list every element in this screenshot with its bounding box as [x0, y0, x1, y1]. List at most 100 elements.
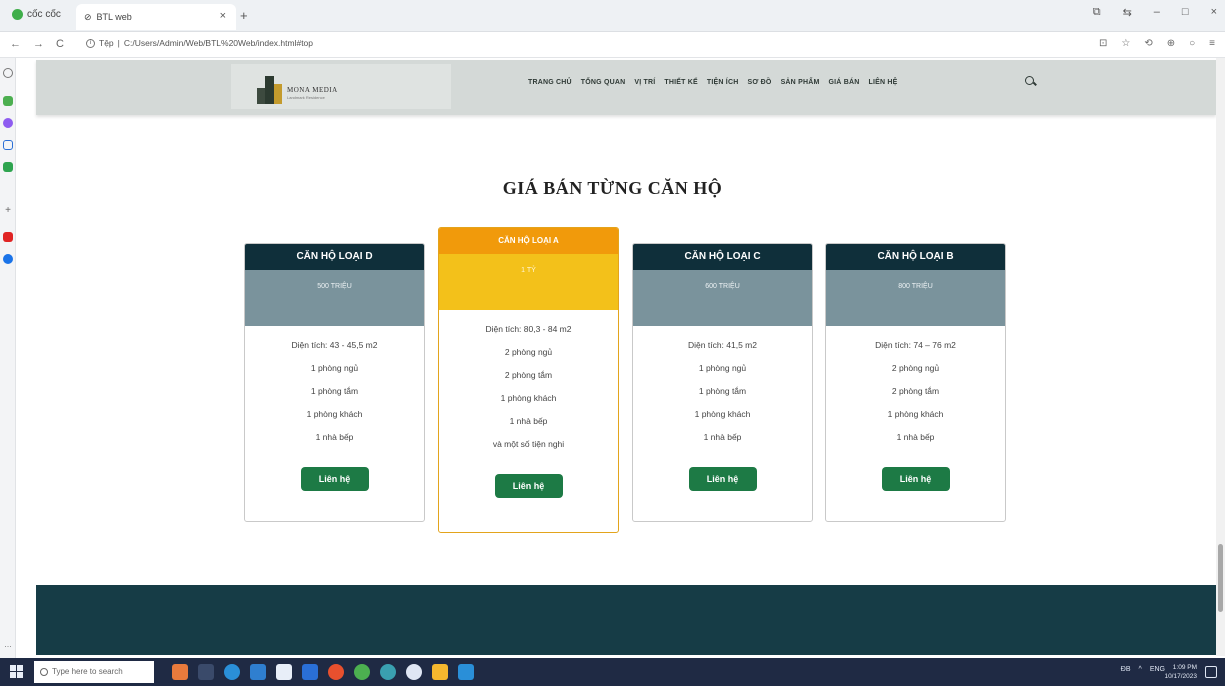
edge-icon[interactable] — [224, 664, 240, 680]
card-price: 800 TRIỆU — [826, 270, 1005, 326]
url-prefix: Tệp — [99, 38, 114, 48]
mail-icon[interactable] — [250, 664, 266, 680]
coccoc-taskbar-icon[interactable] — [354, 664, 370, 680]
clock-date: 10/17/2023 — [1164, 673, 1197, 680]
history-icon[interactable]: ⟲ — [1144, 38, 1152, 49]
more-icon[interactable]: … — [3, 640, 13, 650]
page-scrollbar[interactable] — [1216, 58, 1225, 656]
tab-close-icon[interactable]: × — [220, 10, 226, 22]
contact-button-a[interactable]: Liên hệ — [494, 474, 563, 498]
card-features: Diện tích: 43 - 45,5 m2 1 phòng ngủ 1 ph… — [245, 326, 424, 455]
browser-tab-active[interactable]: ⊘ BTL web × — [76, 4, 236, 30]
tab-title: BTL web — [96, 12, 132, 22]
chevron-up-icon[interactable]: ^ — [1139, 666, 1142, 673]
close-window-button[interactable]: × — [1211, 6, 1217, 19]
chat-icon[interactable] — [3, 96, 13, 106]
screenshot-icon[interactable]: ⊡ — [1099, 38, 1107, 49]
card-price: 600 TRIỆU — [633, 270, 812, 326]
game-icon[interactable] — [3, 162, 13, 172]
profile-icon[interactable]: ○ — [1189, 38, 1195, 49]
new-tab-button[interactable]: + — [240, 8, 248, 23]
forward-button[interactable]: → — [33, 38, 44, 50]
contact-button-d[interactable]: Liên hệ — [300, 467, 369, 491]
price-card-c: CĂN HỘ LOẠI C 600 TRIỆU Diện tích: 41,5 … — [632, 243, 813, 522]
taskbar-search-input[interactable]: Type here to search — [34, 661, 154, 683]
browser-brand[interactable]: cốc cốc — [12, 9, 61, 20]
coccoc-logo-icon — [12, 9, 23, 20]
search-icon[interactable] — [1024, 75, 1036, 87]
card-title: CĂN HỘ LOẠI B — [826, 244, 1005, 270]
nav-lien-he[interactable]: LIÊN HỆ — [868, 79, 897, 86]
window-tile-icon[interactable]: ⧉ — [1093, 6, 1101, 19]
youtube-icon[interactable] — [3, 232, 13, 242]
card-feature: 2 phòng tắm — [891, 386, 940, 396]
vscode-icon[interactable] — [458, 664, 474, 680]
minimize-button[interactable]: – — [1154, 6, 1160, 19]
nav-san-pham[interactable]: SẢN PHẨM — [781, 79, 820, 86]
outlook-icon[interactable] — [302, 664, 318, 680]
history-sidebar-icon[interactable] — [3, 68, 13, 78]
nav-thiet-ke[interactable]: THIẾT KẾ — [664, 79, 698, 86]
window-sync-icon[interactable]: ⇆ — [1123, 6, 1132, 19]
browser-sidebar: + … — [0, 58, 16, 658]
chrome-icon[interactable] — [328, 664, 344, 680]
browser-taskbar-icon[interactable] — [380, 664, 396, 680]
card-feature: 1 phòng khách — [694, 409, 751, 419]
logo-subtitle: Landmark Residence — [287, 95, 325, 100]
info-icon[interactable]: i — [86, 38, 95, 48]
messenger-icon[interactable] — [3, 118, 13, 128]
card-feature: 1 phòng khách — [887, 409, 944, 419]
nav-tong-quan[interactable]: TỔNG QUAN — [581, 79, 626, 86]
maximize-button[interactable]: □ — [1182, 6, 1189, 19]
nav-trang-chu[interactable]: TRANG CHỦ — [528, 79, 572, 86]
card-features: Diện tích: 41,5 m2 1 phòng ngủ 1 phòng t… — [633, 326, 812, 455]
window-controls: ⧉ ⇆ – □ × — [1093, 6, 1217, 19]
card-feature: 1 nhà bếp — [509, 416, 548, 426]
task-view-icon[interactable] — [198, 664, 214, 680]
card-features: Diện tích: 74 – 76 m2 2 phòng ngủ 2 phòn… — [826, 326, 1005, 455]
nav-vi-tri[interactable]: VỊ TRÍ — [634, 79, 655, 86]
card-feature: 1 phòng khách — [500, 393, 557, 403]
price-card-d: CĂN HỘ LOẠI D 500 TRIỆU Diện tích: 43 - … — [244, 243, 425, 522]
back-button[interactable]: ← — [10, 38, 21, 50]
zalo-icon[interactable] — [3, 254, 13, 264]
system-tray: ĐB ^ ENG — [1121, 666, 1165, 673]
menu-icon[interactable]: ≡ — [1209, 38, 1215, 49]
contact-button-b[interactable]: Liên hệ — [881, 467, 950, 491]
settings-icon[interactable] — [406, 664, 422, 680]
url-text: C:/Users/Admin/Web/BTL%20Web/index.html#… — [123, 38, 314, 48]
scrollbar-thumb[interactable] — [1218, 544, 1223, 612]
card-feature: 1 phòng ngủ — [698, 363, 747, 373]
bookmark-star-icon[interactable]: ☆ — [1121, 38, 1130, 49]
taskbar-clock[interactable]: 1:09 PM 10/17/2023 — [1164, 663, 1197, 681]
notification-icon[interactable] — [1205, 666, 1217, 678]
card-feature: 1 phòng tắm — [310, 386, 359, 396]
card-features: Diện tích: 80,3 - 84 m2 2 phòng ngủ 2 ph… — [439, 310, 618, 462]
globe-icon: ⊘ — [84, 11, 92, 22]
card-title: CĂN HỘ LOẠI A — [439, 228, 618, 254]
nav-gia-ban[interactable]: GIÁ BÁN — [829, 79, 860, 86]
card-feature: 1 nhà bếp — [896, 432, 935, 442]
section-title: GIÁ BÁN TỪNG CĂN HỘ — [502, 178, 723, 198]
nav-so-do[interactable]: SƠ ĐỒ — [747, 79, 771, 86]
reload-button[interactable]: C — [56, 38, 64, 50]
site-logo[interactable]: MONA MEDIA Landmark Residence — [231, 64, 451, 109]
windows-start-icon[interactable] — [10, 665, 24, 679]
nav-tien-ich[interactable]: TIỆN ÍCH — [707, 79, 739, 86]
taskbar-apps — [172, 664, 474, 680]
url-field[interactable]: i Tệp | C:/Users/Admin/Web/BTL%20Web/ind… — [86, 38, 313, 48]
price-card-b: CĂN HỘ LOẠI B 800 TRIỆU Diện tích: 74 – … — [825, 243, 1006, 522]
app-icon[interactable] — [432, 664, 448, 680]
contact-button-c[interactable]: Liên hệ — [688, 467, 757, 491]
add-icon[interactable]: + — [3, 206, 13, 216]
app-thumbnail-icon[interactable] — [172, 664, 188, 680]
card-feature: 2 phòng ngủ — [891, 363, 940, 373]
store-icon[interactable] — [276, 664, 292, 680]
stock-label[interactable]: ĐB — [1121, 666, 1131, 673]
language-label[interactable]: ENG — [1150, 666, 1165, 673]
main-nav: TRANG CHỦ TỔNG QUAN VỊ TRÍ THIẾT KẾ TIỆN… — [528, 79, 897, 86]
notes-icon[interactable] — [3, 140, 13, 150]
card-feature: 1 nhà bếp — [703, 432, 742, 442]
url-separator: | — [117, 38, 120, 48]
extensions-icon[interactable]: ⊕ — [1167, 38, 1175, 49]
